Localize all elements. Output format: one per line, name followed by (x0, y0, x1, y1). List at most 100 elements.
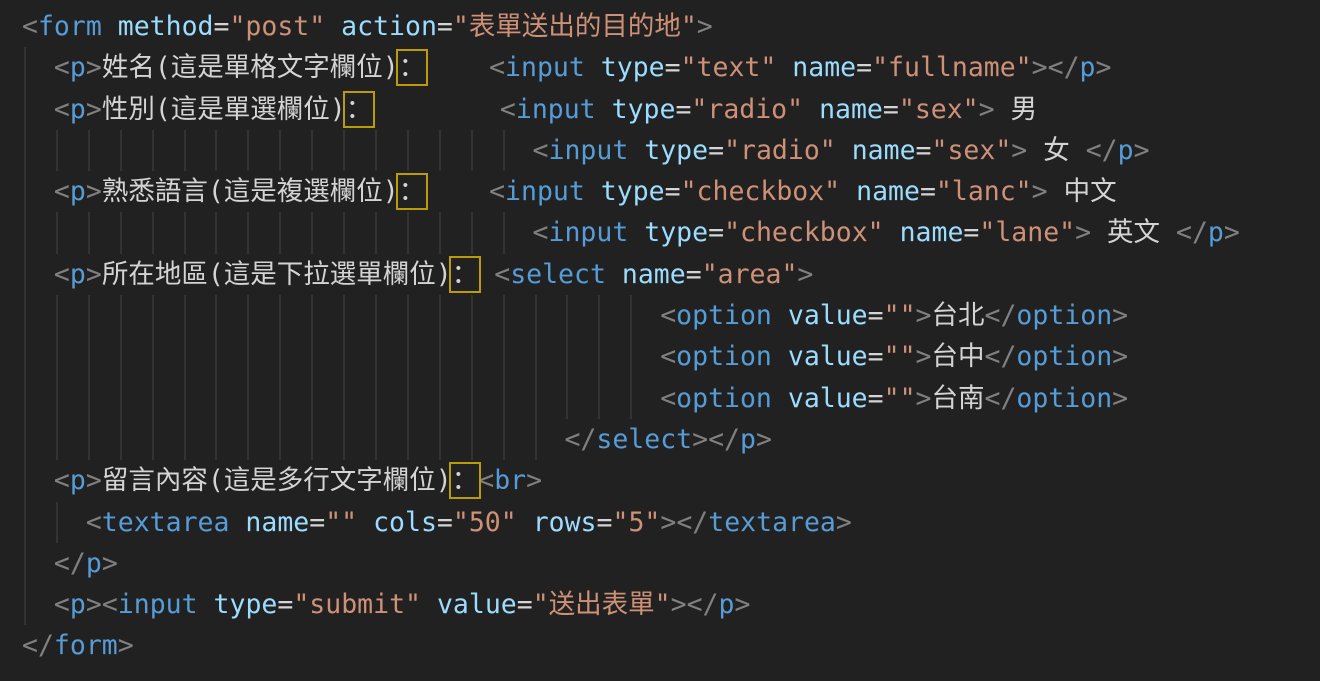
string-value: "送出表單" (533, 589, 671, 620)
punctuation: </ (1086, 135, 1118, 166)
punctuation: </ (985, 300, 1017, 331)
indent-guide (343, 295, 345, 336)
punctuation: > (1134, 135, 1150, 166)
text-content: 熟悉語言(這是複選欄位) (102, 176, 399, 207)
indent-guide (407, 130, 409, 171)
code-line-15: <p><input type="submit" value="送出表單"></p… (22, 584, 1240, 625)
punctuation: < (533, 135, 549, 166)
indent-guide (471, 336, 473, 377)
indent-guide (56, 336, 58, 377)
indent-guide (24, 130, 26, 171)
text-content (628, 135, 644, 166)
string-value: "" (884, 300, 916, 331)
indent-guide (471, 130, 473, 171)
code-line-10: <option value="">台南</option> (22, 378, 1240, 419)
text-content (102, 11, 118, 42)
string-value: "checkbox" (681, 176, 841, 207)
indent-guide (120, 378, 122, 419)
tag-name: p (719, 589, 735, 620)
code-line-11: </select></p> (22, 419, 1240, 460)
text-content: 姓名(這是單格文字欄位) (102, 52, 399, 83)
tag-name: option (1016, 300, 1112, 331)
tag-name: textarea (102, 507, 230, 538)
indent-guide (343, 378, 345, 419)
indent-guide (24, 254, 26, 295)
tag-name: input (505, 52, 585, 83)
text-content (478, 259, 494, 290)
string-value: "sex" (899, 94, 979, 125)
tag-name: p (70, 52, 86, 83)
indent-guide (279, 130, 281, 171)
text-content (772, 341, 788, 372)
text-content (836, 135, 852, 166)
punctuation: > (1075, 217, 1091, 248)
indent-guide (471, 212, 473, 253)
indent-guide (439, 378, 441, 419)
tag-name: input (505, 176, 585, 207)
indent-guide (24, 89, 26, 130)
punctuation: </ (985, 383, 1017, 414)
punctuation: < (54, 259, 70, 290)
punctuation: > (1032, 176, 1048, 207)
indent-guide (247, 419, 249, 460)
indent-guide (311, 419, 313, 460)
string-value: "5" (612, 507, 660, 538)
punctuation: < (660, 383, 676, 414)
text-content (325, 11, 341, 42)
indent-guide (471, 295, 473, 336)
leading-whitespace (22, 94, 54, 125)
punctuation: > (916, 341, 932, 372)
leading-whitespace (22, 548, 54, 579)
string-value: "radio" (691, 94, 803, 125)
indent-guide (56, 130, 58, 171)
indent-guide (375, 419, 377, 460)
text-content (517, 507, 533, 538)
indent-guide (311, 130, 313, 171)
leading-whitespace (22, 135, 533, 166)
indent-guide (471, 378, 473, 419)
text-content: 男 (995, 94, 1037, 125)
string-value: "" (325, 507, 357, 538)
punctuation: > (756, 424, 772, 455)
leading-whitespace (22, 465, 54, 496)
indent-guide (56, 419, 58, 460)
leading-whitespace (22, 217, 533, 248)
indent-guide (184, 419, 186, 460)
attribute-name: name (792, 52, 856, 83)
code-editor[interactable]: <form method="post" action="表單送出的目的地"> <… (0, 0, 1320, 681)
code-line-3: <p>性別(這是單選欄位)： <input type="radio" name=… (22, 89, 1240, 130)
punctuation: > (1112, 383, 1128, 414)
leading-whitespace (22, 300, 660, 331)
text-content (596, 94, 612, 125)
tag-name: option (676, 300, 772, 331)
indent-guide (566, 336, 568, 377)
text-content (372, 94, 500, 125)
indent-guide (279, 378, 281, 419)
indent-guide (503, 130, 505, 171)
indent-guide (375, 378, 377, 419)
code-line-9: <option value="">台中</option> (22, 336, 1240, 377)
punctuation: > (797, 259, 813, 290)
indent-guide (120, 336, 122, 377)
attribute-name: name (900, 217, 964, 248)
tag-name: option (676, 341, 772, 372)
string-value: "" (884, 383, 916, 414)
string-value: "表單送出的目的地" (453, 11, 697, 42)
tag-name: p (70, 589, 86, 620)
text-content (803, 94, 819, 125)
indent-guide (88, 130, 90, 171)
tag-name: br (494, 465, 526, 496)
punctuation: > (660, 507, 676, 538)
text-content: 英文 (1091, 217, 1176, 248)
attribute-name: action (341, 11, 437, 42)
unicode-highlight-box: ： (399, 52, 426, 83)
text-content (772, 383, 788, 414)
indent-guide (439, 130, 441, 171)
punctuation: </ (676, 507, 708, 538)
indent-guide (184, 212, 186, 253)
attribute-name: type (601, 176, 665, 207)
tag-name: select (510, 259, 606, 290)
text-content (421, 589, 437, 620)
indent-guide (566, 295, 568, 336)
indent-guide (279, 212, 281, 253)
